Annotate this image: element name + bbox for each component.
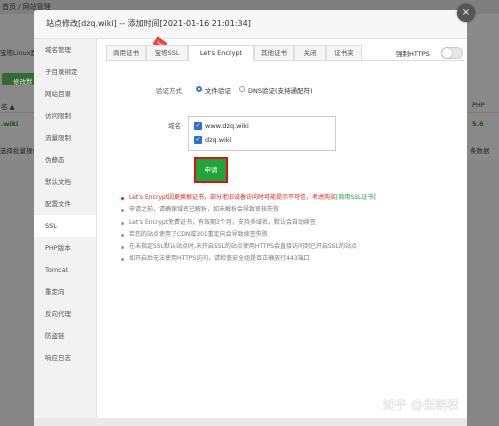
ssl-content: 商用证书 hot 宝塔SSL Let's Encrypt 其他证书 关闭 证书夹… xyxy=(96,36,467,426)
tab-commercial-cert[interactable]: 商用证书 xyxy=(106,45,146,60)
sidebar-item-redirect[interactable]: 重定向 xyxy=(34,281,96,303)
sidebar-item-hotlink-protection[interactable]: 防盗链 xyxy=(34,325,96,347)
watermark: 知乎 @张朝权 xyxy=(383,398,459,412)
note-item: Let's Encrypt免费证书，有效期3个月，支持多域名。默认会自动续签 xyxy=(120,217,460,229)
tab-lets-encrypt[interactable]: Let's Encrypt xyxy=(188,45,254,61)
force-https-toggle[interactable] xyxy=(441,47,463,59)
notes-list: Let's Encrypt因更换根证书，部分老旧设备访问时可能提示不可信，考虑购… xyxy=(120,192,460,266)
sidebar-item-subdirectory-binding[interactable]: 子目录绑定 xyxy=(34,61,96,83)
background-col-name: 名 ▲ xyxy=(1,103,15,111)
radio-dns-verify-label: DNS验证(支持通配符) xyxy=(248,87,313,95)
apply-button[interactable]: 申请 xyxy=(194,157,228,183)
domain-list: ✓ www.dzq.wiki ✓ dzq.wiki xyxy=(188,116,336,151)
checkbox-root-domain[interactable]: ✓ xyxy=(194,136,202,144)
sidebar-item-site-directory[interactable]: 网站目录 xyxy=(34,83,96,105)
radio-dns-verify[interactable] xyxy=(239,86,245,92)
note-item: 若您的站点使用了CDN或301重定向会导致续签失败 xyxy=(120,229,460,241)
sidebar-item-tomcat[interactable]: Tomcat xyxy=(34,259,96,281)
domain-www-label: www.dzq.wiki xyxy=(205,122,249,130)
radio-file-verify-label: 文件验证 xyxy=(205,87,231,95)
background-add-button: 修改默 xyxy=(2,73,36,86)
modal-sidebar: 域名管理 子目录绑定 网站目录 访问限制 流量限制 伪静态 默认文档 配置文件 … xyxy=(34,39,97,426)
sidebar-item-response-log[interactable]: 响应日志 xyxy=(34,347,96,369)
domain-root-label: dzq.wiki xyxy=(205,136,232,144)
radio-file-verify[interactable] xyxy=(196,86,202,92)
background-php-version: 5.6 xyxy=(472,120,484,128)
background-footer xyxy=(34,418,467,426)
sidebar-item-reverse-proxy[interactable]: 反向代理 xyxy=(34,303,96,325)
sidebar-item-config-file[interactable]: 配置文件 xyxy=(34,193,96,215)
sidebar-item-ssl[interactable]: SSL xyxy=(34,215,96,237)
modal-header: 站点修改[dzq.wiki] -- 添加时间[2021-01-16 21:01:… xyxy=(34,10,467,39)
sidebar-item-rewrite[interactable]: 伪静态 xyxy=(34,149,96,171)
background-left-text: 宝塔Linux面 xyxy=(0,49,38,57)
sidebar-item-default-document[interactable]: 默认文档 xyxy=(34,171,96,193)
note-item: 申请之前，请确保域名已解析，如未解析会导致审核失败 xyxy=(120,204,460,216)
tab-other-cert[interactable]: 其他证书 xyxy=(254,45,294,60)
background-count: 条数据 xyxy=(470,147,490,155)
sidebar-item-domain-management[interactable]: 域名管理 xyxy=(34,39,96,61)
note-item: 如开启后无法使用HTTPS访问，请检查安全组是否正确放行443端口 xyxy=(120,253,460,265)
note-warning-text: Let's Encrypt因更换根证书，部分老旧设备访问时可能提示不可信，考虑购… xyxy=(129,194,337,201)
toggle-knob xyxy=(442,48,452,58)
tab-close[interactable]: 关闭 xyxy=(294,45,326,60)
note-warning: Let's Encrypt因更换根证书，部分老旧设备访问时可能提示不可信，考虑购… xyxy=(120,192,460,204)
commercial-ssl-link[interactable]: [商用SSL证书] xyxy=(336,194,376,201)
force-https-label: 强制HTTPS xyxy=(396,50,430,58)
note-item: 在未指定SSL默认站点时,未开启SSL的站点使用HTTPS会直接访问到已开启SS… xyxy=(120,241,460,253)
modal-title: 站点修改[dzq.wiki] -- 添加时间[2021-01-16 21:01:… xyxy=(46,19,251,28)
background-col-php: PHP xyxy=(472,101,485,109)
sidebar-item-php-version[interactable]: PHP版本 xyxy=(34,237,96,259)
background-row-site: .wiki xyxy=(1,120,19,128)
sidebar-item-access-limit[interactable]: 访问限制 xyxy=(34,105,96,127)
checkbox-www-domain[interactable]: ✓ xyxy=(194,122,202,130)
site-edit-modal: 站点修改[dzq.wiki] -- 添加时间[2021-01-16 21:01:… xyxy=(34,10,467,426)
tab-cert-folder[interactable]: 证书夹 xyxy=(326,45,362,60)
tab-bt-ssl[interactable]: 宝塔SSL xyxy=(146,45,188,60)
verify-method-label: 验证方式 xyxy=(156,87,182,95)
domain-label: 域名 xyxy=(168,122,181,130)
close-icon[interactable]: × xyxy=(457,4,475,22)
sidebar-item-traffic-limit[interactable]: 流量限制 xyxy=(34,127,96,149)
